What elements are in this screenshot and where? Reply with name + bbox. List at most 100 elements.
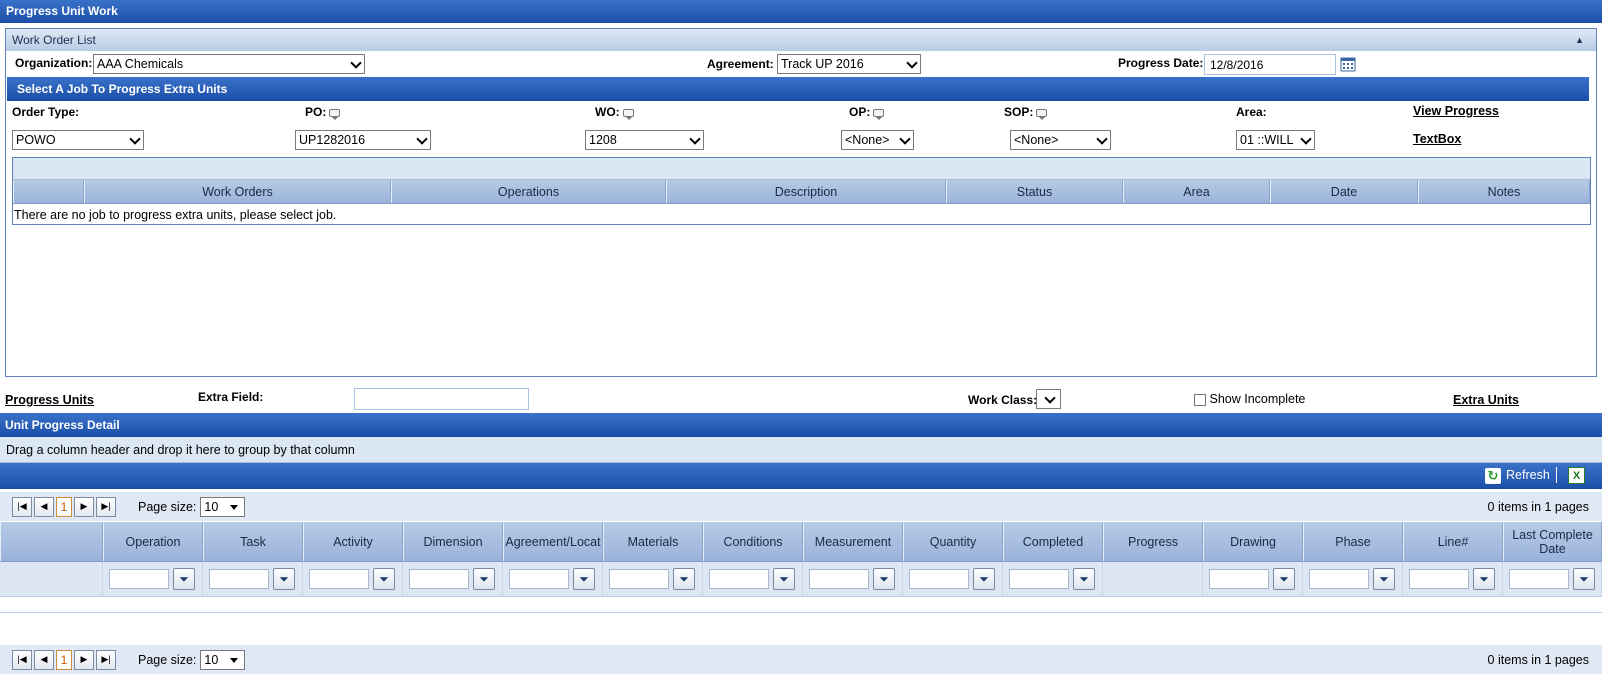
filter-icon[interactable]: ⏷ [1273, 568, 1295, 590]
filter-icon[interactable]: ⏷ [1073, 568, 1095, 590]
filter-input[interactable] [1209, 569, 1269, 589]
grid-command-bar: ↻ Refresh X [0, 463, 1602, 489]
progress-units-link[interactable]: Progress Units [5, 393, 94, 407]
filter-input[interactable] [209, 569, 269, 589]
column-header-date[interactable]: Date [1270, 180, 1418, 203]
column-header-phase[interactable]: Phase [1303, 522, 1403, 561]
show-incomplete-checkbox[interactable] [1194, 393, 1206, 406]
filter-input[interactable] [1509, 569, 1569, 589]
column-header-measurement[interactable]: Measurement [803, 522, 903, 561]
column-header-line-number[interactable]: Line# [1403, 522, 1503, 561]
filter-input[interactable] [709, 569, 769, 589]
organization-select[interactable]: AAA Chemicals [93, 54, 365, 74]
column-header-quantity[interactable]: Quantity [903, 522, 1003, 561]
view-progress-link[interactable]: View Progress [1413, 104, 1499, 118]
filter-icon[interactable]: ⏷ [873, 568, 895, 590]
agreement-select[interactable]: Track UP 2016 [777, 54, 921, 74]
filter-input[interactable] [1009, 569, 1069, 589]
extra-field-input[interactable] [354, 388, 529, 410]
area-select[interactable]: 01 ::WILL [1236, 130, 1315, 150]
last-page-icon[interactable]: ▶| [96, 496, 116, 517]
filter-icon[interactable]: ⏷ [773, 568, 795, 590]
filter-input[interactable] [309, 569, 369, 589]
filter-icon[interactable]: ⏷ [1373, 568, 1395, 590]
comment-icon[interactable] [622, 108, 634, 120]
sop-label-text: SOP: [1004, 105, 1034, 119]
page-size-select[interactable]: 10 [200, 496, 246, 517]
comment-icon[interactable] [329, 108, 341, 120]
previous-page-icon[interactable]: ◀ [34, 496, 54, 517]
column-header-notes[interactable]: Notes [1418, 180, 1590, 203]
filter-icon[interactable]: ⏷ [473, 568, 495, 590]
filter-input[interactable] [909, 569, 969, 589]
filter-input[interactable] [809, 569, 869, 589]
collapse-up-icon[interactable]: ▲ [1575, 29, 1584, 51]
column-header-dimension[interactable]: Dimension [403, 522, 503, 561]
sop-select[interactable]: <None> [1010, 130, 1111, 150]
items-info: 0 items in 1 pages [1487, 653, 1589, 667]
column-header-area[interactable]: Area [1123, 180, 1270, 203]
op-label: OP: [849, 105, 885, 120]
filter-icon[interactable]: ⏷ [173, 568, 195, 590]
filter-cell-activity: ⏷ [303, 562, 403, 596]
filter-icon[interactable]: ⏷ [1573, 568, 1595, 590]
area-label: Area: [1236, 105, 1267, 119]
column-header-last-complete-date[interactable]: Last Complete Date [1503, 522, 1602, 561]
filter-icon[interactable]: ⏷ [1473, 568, 1495, 590]
first-page-icon[interactable]: |◀ [12, 649, 32, 670]
filter-input[interactable] [1409, 569, 1469, 589]
filter-cell-drawing: ⏷ [1203, 562, 1303, 596]
first-page-icon[interactable]: |◀ [12, 496, 32, 517]
column-header-operations[interactable]: Operations [391, 180, 666, 203]
current-page[interactable]: 1 [56, 649, 72, 670]
refresh-button[interactable]: Refresh [1506, 468, 1550, 482]
last-page-icon[interactable]: ▶| [96, 649, 116, 670]
work-class-select[interactable] [1036, 389, 1061, 409]
previous-page-icon[interactable]: ◀ [34, 649, 54, 670]
op-select-value: <None> [845, 133, 890, 147]
comment-icon[interactable] [1036, 108, 1048, 120]
next-page-icon[interactable]: ▶ [74, 496, 94, 517]
column-header-materials[interactable]: Materials [603, 522, 703, 561]
order-type-select[interactable]: POWO [12, 130, 144, 150]
column-header[interactable] [13, 180, 84, 203]
chevron-down-icon [129, 133, 141, 145]
column-header-status[interactable]: Status [946, 180, 1123, 203]
column-header-operation[interactable]: Operation [103, 522, 203, 561]
filter-input[interactable] [409, 569, 469, 589]
page-size-select[interactable]: 10 [200, 649, 246, 670]
next-page-icon[interactable]: ▶ [74, 649, 94, 670]
refresh-icon[interactable]: ↻ [1485, 468, 1501, 484]
column-header-progress[interactable]: Progress [1103, 522, 1203, 561]
group-by-panel[interactable]: Drag a column header and drop it here to… [0, 437, 1602, 463]
column-header-drawing[interactable]: Drawing [1203, 522, 1303, 561]
column-header-work-orders[interactable]: Work Orders [84, 180, 391, 203]
comment-icon[interactable] [873, 108, 885, 120]
excel-export-icon[interactable]: X [1568, 467, 1585, 484]
op-select[interactable]: <None> [841, 130, 914, 150]
column-header-task[interactable]: Task [203, 522, 303, 561]
filter-icon[interactable]: ⏷ [573, 568, 595, 590]
calendar-icon[interactable] [1340, 56, 1356, 72]
progress-date-input[interactable]: 12/8/2016 [1204, 54, 1336, 75]
filter-icon[interactable]: ⏷ [373, 568, 395, 590]
extra-units-link[interactable]: Extra Units [1453, 393, 1519, 407]
filter-input[interactable] [109, 569, 169, 589]
wo-select[interactable]: 1208 [585, 130, 704, 150]
column-header-conditions[interactable]: Conditions [703, 522, 803, 561]
work-order-list-header[interactable]: Work Order List ▲ [6, 29, 1596, 51]
column-header-description[interactable]: Description [666, 180, 946, 203]
column-header-completed[interactable]: Completed [1003, 522, 1103, 561]
filter-icon[interactable]: ⏷ [673, 568, 695, 590]
column-header-activity[interactable]: Activity [303, 522, 403, 561]
filter-input[interactable] [609, 569, 669, 589]
column-header-agreement-location[interactable]: Agreement/Locat [503, 522, 603, 561]
column-header[interactable] [0, 522, 103, 561]
textbox-link[interactable]: TextBox [1413, 132, 1461, 146]
filter-icon[interactable]: ⏷ [273, 568, 295, 590]
filter-icon[interactable]: ⏷ [973, 568, 995, 590]
po-select[interactable]: UP1282016 [295, 130, 431, 150]
filter-input[interactable] [1309, 569, 1369, 589]
current-page[interactable]: 1 [56, 496, 72, 517]
filter-input[interactable] [509, 569, 569, 589]
